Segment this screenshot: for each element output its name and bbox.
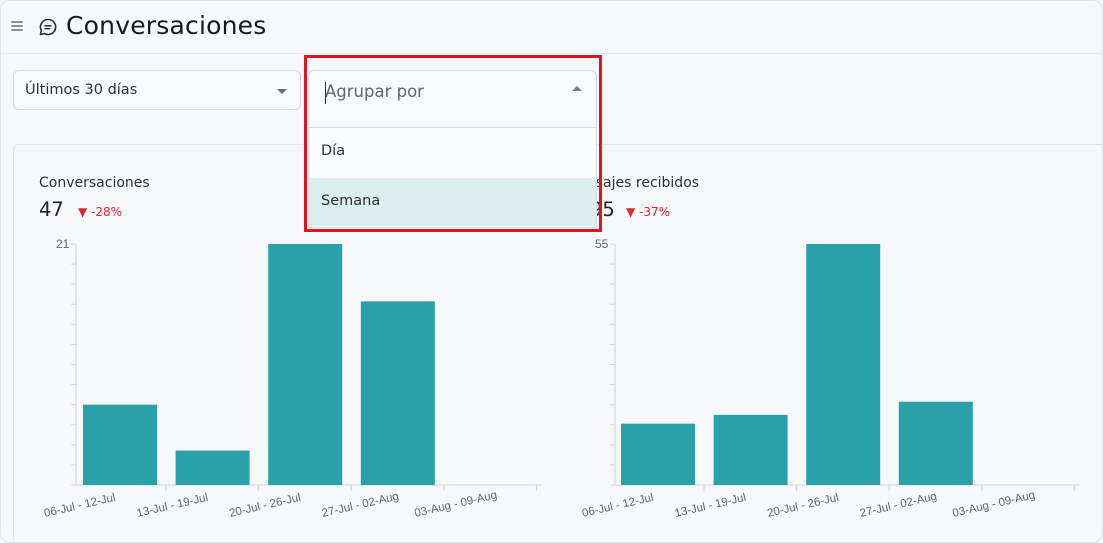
bar [83,404,157,485]
group-by-input[interactable]: Agrupar por [308,70,597,128]
y-tick-label: 21 [56,237,70,251]
bar [713,414,788,485]
bar [360,301,435,485]
bar [621,423,695,485]
option-dia[interactable]: Día [309,128,596,176]
x-tick-label: 06-Jul - 12-Jul [581,492,655,520]
bar [268,244,343,485]
group-by-dropdown[interactable]: Agrupar por Día Semana [308,70,597,228]
option-label: Semana [321,193,381,209]
group-by-options: Día Semana [308,128,597,228]
option-semana[interactable]: Semana [309,178,596,226]
chevron-up-icon[interactable] [572,86,582,91]
x-tick-label: 06-Jul - 12-Jul [43,492,117,520]
bar [806,244,881,485]
x-tick-label: 27-Jul - 02-Aug [321,491,400,520]
text-cursor [325,82,326,104]
x-tick-label: 03-Aug - 09-Aug [951,489,1036,520]
app-window: Conversaciones Últimos 30 días Conversac… [0,0,1103,543]
x-tick-label: 13-Jul - 19-Jul [674,492,748,520]
bar [898,401,973,485]
option-label: Día [321,143,346,159]
bar [175,450,250,485]
y-tick-label: 55 [595,237,609,251]
x-tick-label: 20-Jul - 26-Jul [766,492,840,520]
x-tick-label: 20-Jul - 26-Jul [228,492,302,520]
x-tick-label: 13-Jul - 19-Jul [136,492,210,520]
x-tick-label: 27-Jul - 02-Aug [859,491,938,520]
x-tick-label: 03-Aug - 09-Aug [413,489,498,520]
group-by-placeholder: Agrupar por [325,82,424,101]
